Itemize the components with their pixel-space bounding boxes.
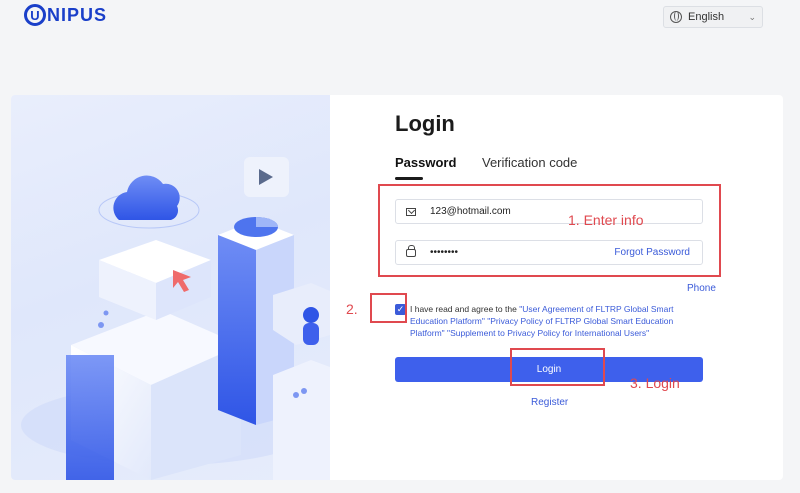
chevron-down-icon: ⌄ — [748, 11, 756, 22]
annotation-box-login — [510, 348, 605, 386]
annotation-step3: 3. Login — [630, 375, 680, 391]
logo-mark: U — [24, 4, 46, 26]
register-link[interactable]: Register — [531, 397, 568, 408]
active-tab-indicator — [395, 177, 423, 180]
tab-password[interactable]: Password — [395, 155, 456, 170]
page-title: Login — [395, 111, 455, 136]
isometric-illustration — [21, 157, 330, 480]
globe-icon — [670, 11, 682, 23]
language-value: English — [688, 11, 725, 23]
login-form: Login Password Verification code 123@hot… — [395, 95, 716, 480]
tab-verification-code[interactable]: Verification code — [482, 155, 577, 170]
annotation-step2: 2. — [346, 301, 358, 317]
agreement-prefix: I have read and agree to the — [410, 304, 517, 314]
agreement-text: I have read and agree to the "User Agree… — [410, 303, 700, 339]
annotation-box-checkbox — [370, 293, 407, 323]
unipus-logo[interactable]: U NIPUS — [24, 4, 107, 26]
language-select[interactable]: English ⌄ — [663, 6, 763, 28]
top-bar: U NIPUS English ⌄ — [0, 0, 800, 60]
logo-text: NIPUS — [47, 4, 108, 25]
annotation-box-info — [378, 184, 721, 277]
login-illustration — [11, 95, 330, 480]
privacy-supplement-link[interactable]: "Supplement to Privacy Policy for Intern… — [447, 328, 649, 338]
login-card: Login Password Verification code 123@hot… — [11, 95, 783, 480]
annotation-step1: 1. Enter info — [568, 212, 644, 228]
phone-login-link[interactable]: Phone — [687, 283, 716, 294]
